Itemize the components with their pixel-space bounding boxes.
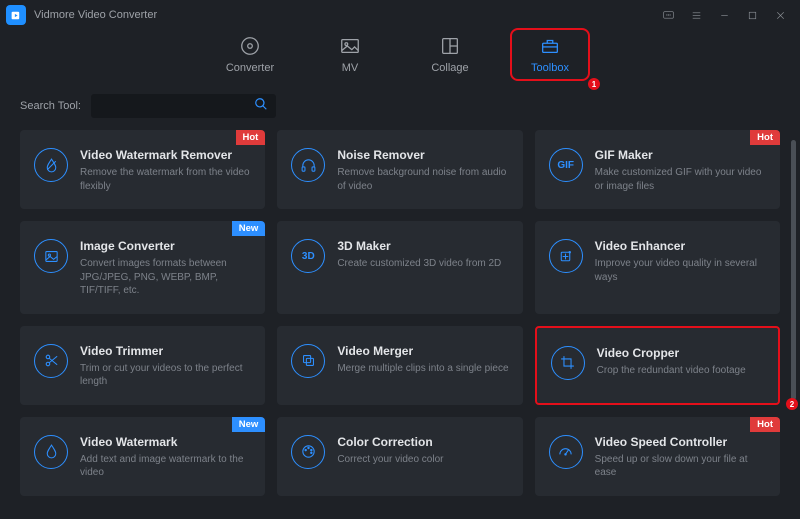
close-icon[interactable] (766, 4, 794, 26)
card-desc: Speed up or slow down your file at ease (595, 453, 766, 480)
search-box[interactable] (91, 94, 276, 118)
search-label: Search Tool: (20, 100, 81, 112)
tool-grid: Hot Video Watermark Remover Remove the w… (20, 130, 780, 496)
card-desc: Improve your video quality in several wa… (595, 257, 766, 284)
card-desc: Add text and image watermark to the vide… (80, 453, 251, 480)
card-title: Image Converter (80, 239, 251, 253)
scissors-icon (34, 344, 68, 378)
menu-icon[interactable] (682, 4, 710, 26)
card-video-watermark[interactable]: New Video Watermark Add text and image w… (20, 417, 265, 496)
card-title: Video Cropper (597, 346, 764, 360)
card-title: Video Watermark Remover (80, 148, 251, 162)
card-desc: Remove the watermark from the video flex… (80, 166, 251, 193)
gif-icon: GIF (549, 148, 583, 182)
card-title: Noise Remover (337, 148, 508, 162)
minimize-icon[interactable] (710, 4, 738, 26)
app-title: Vidmore Video Converter (34, 9, 157, 21)
search-input[interactable] (99, 100, 254, 112)
card-gif-maker[interactable]: Hot GIF GIF Maker Make customized GIF wi… (535, 130, 780, 209)
card-video-merger[interactable]: Video Merger Merge multiple clips into a… (277, 326, 522, 405)
card-title: Color Correction (337, 435, 508, 449)
feedback-icon[interactable] (654, 4, 682, 26)
card-desc: Convert images formats between JPG/JPEG,… (80, 257, 251, 298)
maximize-icon[interactable] (738, 4, 766, 26)
card-title: Video Merger (337, 344, 508, 358)
collage-icon (410, 33, 490, 59)
card-title: Video Watermark (80, 435, 251, 449)
tab-collage[interactable]: Collage (410, 33, 490, 76)
card-video-enhancer[interactable]: Video Enhancer Improve your video qualit… (535, 221, 780, 314)
converter-icon (210, 33, 290, 59)
crop-icon (551, 346, 585, 380)
card-desc: Merge multiple clips into a single piece (337, 362, 508, 376)
card-desc: Remove background noise from audio of vi… (337, 166, 508, 193)
card-3d-maker[interactable]: 3D 3D Maker Create customized 3D video f… (277, 221, 522, 314)
tab-mv[interactable]: MV (310, 33, 390, 76)
card-image-converter[interactable]: New Image Converter Convert images forma… (20, 221, 265, 314)
card-video-trimmer[interactable]: Video Trimmer Trim or cut your videos to… (20, 326, 265, 405)
search-row: Search Tool: (0, 86, 800, 130)
titlebar: Vidmore Video Converter (0, 0, 800, 30)
card-desc: Create customized 3D video from 2D (337, 257, 508, 271)
card-desc: Trim or cut your videos to the perfect l… (80, 362, 251, 389)
sparkle-icon (549, 239, 583, 273)
card-video-speed-controller[interactable]: Hot Video Speed Controller Speed up or s… (535, 417, 780, 496)
card-title: Video Trimmer (80, 344, 251, 358)
badge-hot: Hot (750, 130, 780, 145)
search-icon[interactable] (254, 97, 268, 116)
card-desc: Make customized GIF with your video or i… (595, 166, 766, 193)
card-noise-remover[interactable]: Noise Remover Remove background noise fr… (277, 130, 522, 209)
gauge-icon (549, 435, 583, 469)
main-tabs: Converter MV Collage Toolbox 1 (0, 30, 800, 86)
card-title: 3D Maker (337, 239, 508, 253)
three-d-icon: 3D (291, 239, 325, 273)
annotation-marker: 2 (786, 398, 798, 410)
badge-new: New (232, 417, 266, 432)
toolbox-icon (512, 33, 588, 59)
tab-converter[interactable]: Converter (210, 33, 290, 76)
badge-hot: Hot (750, 417, 780, 432)
badge-new: New (232, 221, 266, 236)
copy-icon (291, 344, 325, 378)
picture-icon (34, 239, 68, 273)
tab-label: MV (310, 62, 390, 74)
card-color-correction[interactable]: Color Correction Correct your video colo… (277, 417, 522, 496)
card-desc: Correct your video color (337, 453, 508, 467)
card-video-watermark-remover[interactable]: Hot Video Watermark Remover Remove the w… (20, 130, 265, 209)
image-icon (310, 33, 390, 59)
water-drop-icon (34, 435, 68, 469)
water-drop-icon (34, 148, 68, 182)
tab-label: Toolbox (512, 62, 588, 74)
app-logo-icon (6, 5, 26, 25)
badge-hot: Hot (236, 130, 266, 145)
headphone-icon (291, 148, 325, 182)
scrollbar[interactable] (791, 140, 796, 400)
card-title: Video Speed Controller (595, 435, 766, 449)
card-video-cropper[interactable]: Video Cropper Crop the redundant video f… (535, 326, 780, 405)
tab-toolbox[interactable]: Toolbox 1 (510, 28, 590, 81)
annotation-marker: 1 (588, 78, 600, 90)
card-title: GIF Maker (595, 148, 766, 162)
card-title: Video Enhancer (595, 239, 766, 253)
card-desc: Crop the redundant video footage (597, 364, 764, 378)
tab-label: Collage (410, 62, 490, 74)
tab-label: Converter (210, 62, 290, 74)
palette-icon (291, 435, 325, 469)
